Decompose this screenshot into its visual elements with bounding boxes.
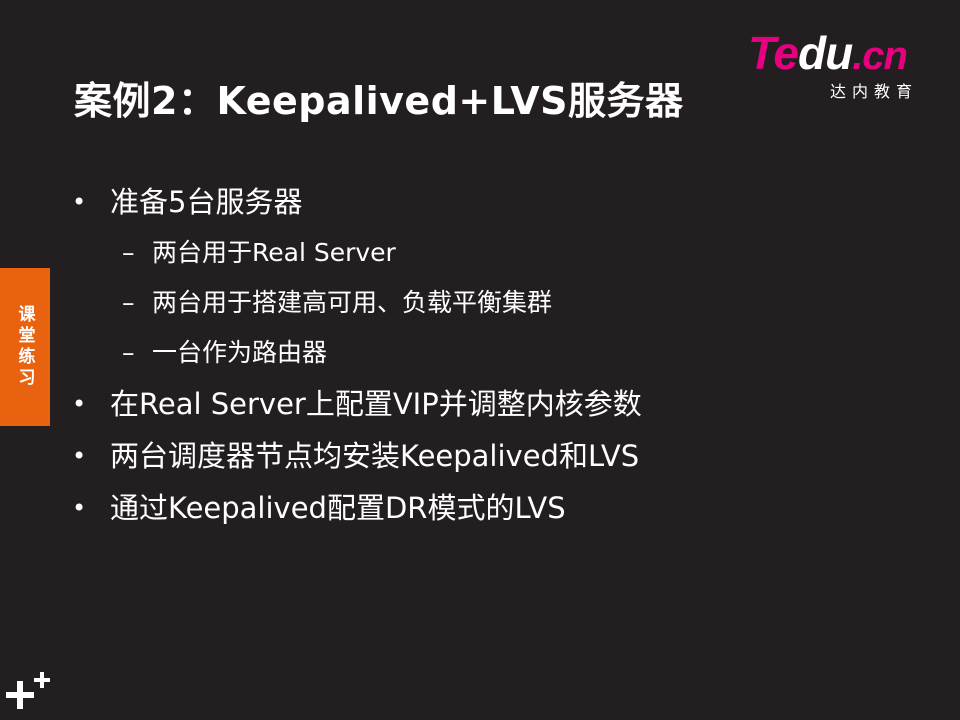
bullet-dot: •	[72, 442, 87, 470]
sub-bullet-item: – 两台用于Real Server	[72, 230, 932, 280]
slide: 案例2：Keepalived+LVS服务器 Tedu.cn 达内教育 课堂练习 …	[0, 0, 960, 720]
bullet-item: • 准备5台服务器	[72, 178, 932, 230]
logo-du: du	[797, 27, 853, 79]
sub-bullet-dash: –	[122, 288, 135, 317]
bullet-dot: •	[72, 390, 87, 418]
bullet-text: 通过Keepalived配置DR模式的LVS	[110, 491, 566, 525]
side-tab: 课堂练习	[0, 268, 50, 426]
bullet-dot: •	[72, 494, 87, 522]
bullet-item: • 两台调度器节点均安装Keepalived和LVS	[72, 432, 932, 484]
sub-bullet-dash: –	[122, 238, 135, 267]
bullet-dot: •	[72, 188, 87, 216]
bullet-item: • 通过Keepalived配置DR模式的LVS	[72, 484, 932, 536]
bullet-text: 准备5台服务器	[110, 185, 303, 219]
sub-bullet-item: – 两台用于搭建高可用、负载平衡集群	[72, 280, 932, 330]
bullet-text: 在Real Server上配置VIP并调整内核参数	[110, 387, 642, 421]
sub-bullet-text: 两台用于Real Server	[152, 238, 396, 267]
tedu-logo: Tedu.cn 达内教育	[748, 27, 938, 101]
bullet-list: • 准备5台服务器 – 两台用于Real Server – 两台用于搭建高可用、…	[72, 178, 932, 536]
sub-bullet-dash: –	[122, 338, 135, 367]
side-tab-label: 课堂练习	[14, 305, 35, 389]
bullet-item: • 在Real Server上配置VIP并调整内核参数	[72, 380, 932, 432]
logo-te: Te	[748, 27, 799, 79]
sub-bullet-text: 两台用于搭建高可用、负载平衡集群	[152, 288, 553, 317]
logo-subtitle: 达内教育	[830, 82, 919, 101]
bullet-text: 两台调度器节点均安装Keepalived和LVS	[110, 439, 640, 473]
sub-bullet-item: – 一台作为路由器	[72, 330, 932, 380]
logo-wordmark: Tedu.cn	[748, 27, 908, 79]
slide-title: 案例2：Keepalived+LVS服务器	[74, 79, 684, 123]
sub-bullet-text: 一台作为路由器	[152, 338, 328, 367]
plus-plus-icon	[6, 672, 50, 709]
logo-cn: .cn	[852, 34, 908, 78]
